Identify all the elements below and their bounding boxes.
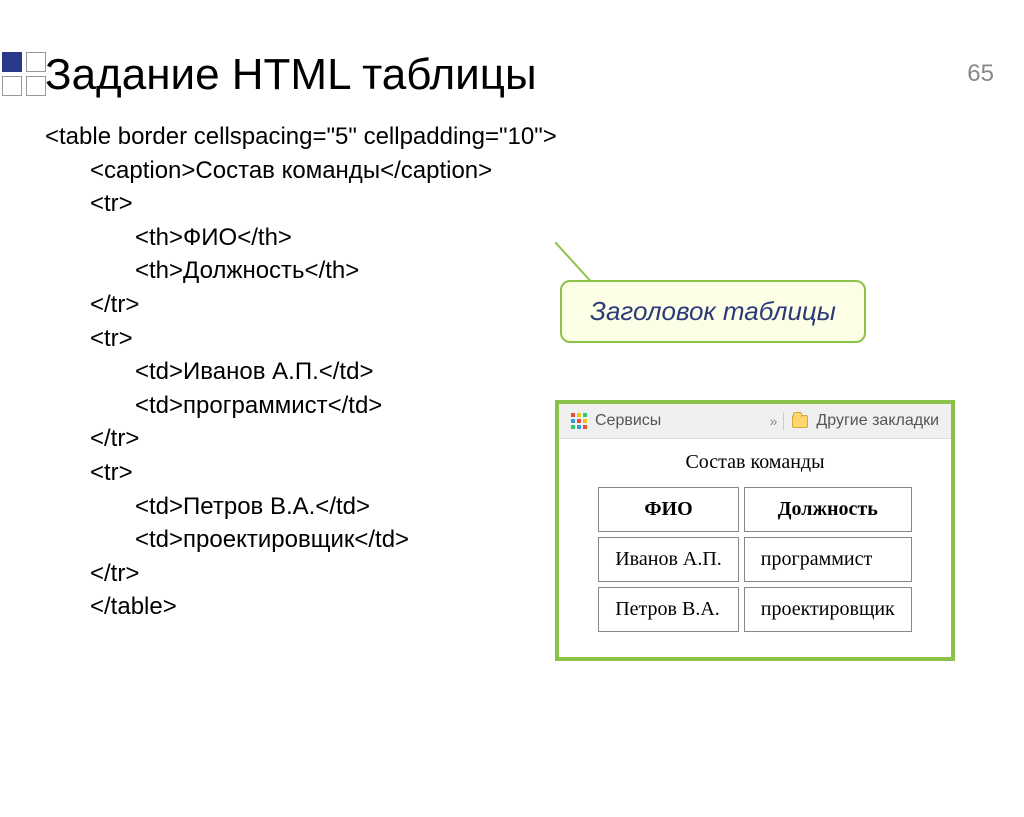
table-cell: Петров В.А.	[598, 587, 739, 632]
code-line: <tr>	[45, 187, 1024, 221]
slide-corner-decoration	[0, 50, 60, 98]
table-header-row: ФИО Должность	[598, 487, 912, 532]
code-line: <td>Иванов А.П.</td>	[45, 355, 1024, 389]
code-line: <th>ФИО</th>	[45, 221, 1024, 255]
callout-annotation: Заголовок таблицы	[560, 280, 866, 343]
table-caption: Состав команды	[575, 451, 935, 474]
page-number: 65	[967, 60, 994, 88]
table-row: Петров В.А. проектировщик	[598, 587, 912, 632]
table-cell: Иванов А.П.	[598, 537, 739, 582]
table-row: Иванов А.П. программист	[598, 537, 912, 582]
rendered-page: Состав команды ФИО Должность Иванов А.П.…	[559, 439, 951, 657]
table-header-cell: Должность	[744, 487, 912, 532]
rendered-table: ФИО Должность Иванов А.П. программист Пе…	[593, 482, 917, 637]
code-line: <tr>	[45, 322, 1024, 356]
browser-preview: Сервисы » Другие закладки Состав команды…	[555, 400, 955, 661]
table-header-cell: ФИО	[598, 487, 739, 532]
code-line: <th>Должность</th>	[45, 254, 1024, 288]
code-line: <caption>Состав команды</caption>	[45, 154, 1024, 188]
code-line: </tr>	[45, 288, 1024, 322]
slide-title: Задание HTML таблицы	[45, 50, 1024, 100]
other-bookmarks-link[interactable]: Другие закладки	[816, 412, 939, 430]
code-line: <table border cellspacing="5" cellpaddin…	[45, 120, 1024, 154]
table-cell: программист	[744, 537, 912, 582]
table-cell: проектировщик	[744, 587, 912, 632]
apps-icon[interactable]	[571, 413, 587, 429]
browser-bookmarks-bar: Сервисы » Другие закладки	[559, 404, 951, 439]
folder-icon[interactable]	[792, 415, 808, 428]
chevron-right-icon[interactable]: »	[770, 413, 776, 429]
callout-text: Заголовок таблицы	[590, 296, 836, 326]
services-link[interactable]: Сервисы	[595, 412, 661, 430]
